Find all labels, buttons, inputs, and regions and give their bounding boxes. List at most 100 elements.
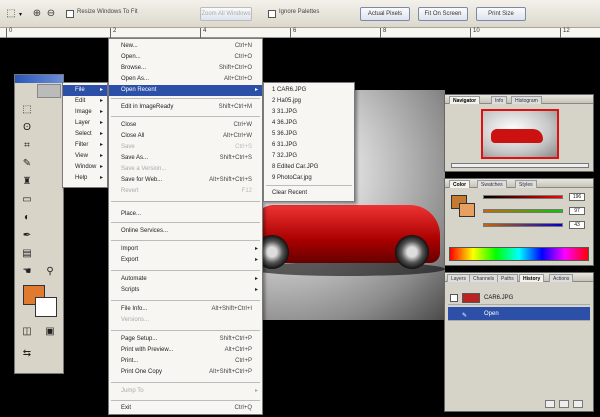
pen-tool-icon[interactable]: ✒ <box>18 229 36 243</box>
clear-recent-item[interactable]: Clear Recent <box>264 188 354 199</box>
file-menu-item[interactable]: Place... <box>109 209 262 220</box>
marquee-tool-icon[interactable]: ⬚ <box>18 103 36 117</box>
notes-tool-icon[interactable]: ▤ <box>18 247 36 261</box>
file-menu-item[interactable]: Save Ctrl+S <box>109 142 262 153</box>
menu-item-image[interactable]: Image ▸ <box>63 107 107 118</box>
tab-channels[interactable]: Channels <box>469 274 499 282</box>
file-menu-item[interactable]: Open As... Alt+Ctrl+O <box>109 74 262 85</box>
marquee-tool-icon[interactable]: ⬚ <box>4 8 18 20</box>
file-menu-item[interactable]: Export ▸ <box>109 255 262 266</box>
menu-item-window[interactable]: Window ▸ <box>63 162 107 173</box>
recent-file-item[interactable]: 8 Edited Car.JPG <box>264 162 354 173</box>
zoom-tool-icon[interactable]: ⚲ <box>41 265 59 279</box>
jump-to-imageready-icon[interactable]: ⇆ <box>18 347 36 361</box>
resize-windows-checkbox[interactable] <box>66 10 74 18</box>
zoom-in-icon[interactable]: ⊕ <box>30 8 44 20</box>
brush-tool-icon[interactable]: ✎ <box>18 157 36 171</box>
file-menu-item[interactable]: Revert F12 <box>109 186 262 197</box>
recent-file-item[interactable]: 2 Ha05.jpg <box>264 96 354 107</box>
file-menu-item[interactable]: Save for Web... Alt+Shift+Ctrl+S <box>109 175 262 186</box>
eraser-tool-icon[interactable]: ▭ <box>18 193 36 207</box>
recent-file-item[interactable]: 4 36.JPG <box>264 118 354 129</box>
recent-file-item[interactable]: 6 31.JPG <box>264 140 354 151</box>
file-menu-item[interactable]: Edit in ImageReady Shift+Ctrl+M <box>109 102 262 113</box>
history-snapshot-row[interactable]: CAR6.JPG <box>448 291 590 305</box>
hand-tool-icon[interactable]: ☚ <box>18 265 36 279</box>
file-menu-item[interactable]: Open... Ctrl+O <box>109 52 262 63</box>
recent-file-item[interactable]: 1 CAR6.JPG <box>264 85 354 96</box>
red-value[interactable]: 196 <box>569 193 585 201</box>
fit-on-screen-button[interactable]: Fit On Screen <box>418 7 468 21</box>
tab-navigator[interactable]: Navigator <box>449 96 481 104</box>
blue-value[interactable]: 43 <box>569 221 585 229</box>
recent-file-item[interactable]: 5 36.JPG <box>264 129 354 140</box>
file-menu-item-exit[interactable]: Exit Ctrl+Q <box>109 403 262 414</box>
recent-file-item[interactable]: 9 PhotoCar.jpg <box>264 173 354 184</box>
file-menu-item[interactable]: File Info... Alt+Shift+Ctrl+I <box>109 304 262 315</box>
blue-slider[interactable] <box>483 223 563 227</box>
actual-pixels-button[interactable]: Actual Pixels <box>360 7 410 21</box>
menu-item-filter[interactable]: Filter ▸ <box>63 140 107 151</box>
tab-paths[interactable]: Paths <box>497 274 518 282</box>
green-slider[interactable] <box>483 209 563 213</box>
history-state-row[interactable]: ✎ Open <box>448 307 590 321</box>
recent-file-item[interactable]: 3 31.JPG <box>264 107 354 118</box>
menu-item-edit[interactable]: Edit ▸ <box>63 96 107 107</box>
tab-history[interactable]: History <box>519 274 545 282</box>
file-menu-item[interactable]: Print... Ctrl+P <box>109 356 262 367</box>
file-menu-item[interactable]: Jump To ▸ <box>109 386 262 397</box>
zoom-all-windows-button[interactable]: Zoom All Windows <box>200 7 252 21</box>
file-menu-item[interactable]: Save As... Shift+Ctrl+S <box>109 153 262 164</box>
toolbox-title-bar[interactable] <box>15 75 63 83</box>
menu-item-help[interactable]: Help ▸ <box>63 173 107 184</box>
menu-item-file[interactable]: File ▸ <box>63 85 107 96</box>
lasso-tool-icon[interactable]: ʘ <box>18 121 36 135</box>
print-size-button[interactable]: Print Size <box>476 7 526 21</box>
background-color-chip[interactable] <box>459 203 475 217</box>
file-menu-item[interactable]: Online Services... <box>109 226 262 237</box>
tab-info[interactable]: Info <box>491 96 508 104</box>
snapshot-source-icon[interactable] <box>450 294 458 302</box>
file-menu-item[interactable]: New... Ctrl+N <box>109 41 262 52</box>
file-menu-item[interactable]: Close Ctrl+W <box>109 120 262 131</box>
chevron-down-icon[interactable]: ▾ <box>19 11 22 18</box>
new-document-icon[interactable] <box>545 400 555 408</box>
trash-icon[interactable] <box>573 400 583 408</box>
feather-icon[interactable] <box>37 84 61 98</box>
menu-item-layer[interactable]: Layer ▸ <box>63 118 107 129</box>
stamp-tool-icon[interactable]: ♜ <box>18 175 36 189</box>
tab-color[interactable]: Color <box>449 180 471 188</box>
file-menu-item[interactable]: Close All Alt+Ctrl+W <box>109 131 262 142</box>
red-slider[interactable] <box>483 195 563 199</box>
file-menu-item[interactable]: Automate ▸ <box>109 274 262 285</box>
file-menu-item[interactable]: Import ▸ <box>109 244 262 255</box>
color-spectrum-bar[interactable] <box>449 247 589 261</box>
ignore-palettes-checkbox[interactable] <box>268 10 276 18</box>
tab-histogram[interactable]: Histogram <box>511 96 542 104</box>
menu-item-select[interactable]: Select ▸ <box>63 129 107 140</box>
tab-actions[interactable]: Actions <box>549 274 574 282</box>
navigator-zoom-slider[interactable] <box>451 163 589 168</box>
file-menu-item[interactable]: Scripts ▸ <box>109 285 262 296</box>
file-menu-item[interactable]: Print One Copy Alt+Shift+Ctrl+P <box>109 367 262 378</box>
crop-tool-icon[interactable]: ⌗ <box>18 139 36 153</box>
green-value[interactable]: 97 <box>569 207 585 215</box>
navigator-thumbnail[interactable] <box>481 109 559 159</box>
file-menu-item[interactable]: Versions... <box>109 315 262 326</box>
file-menu-item-open-recent[interactable]: Open Recent ▸ <box>109 85 262 96</box>
blur-tool-icon[interactable]: ◐ <box>18 211 36 225</box>
file-menu-item[interactable]: Page Setup... Shift+Ctrl+P <box>109 334 262 345</box>
tab-swatches[interactable]: Swatches <box>477 180 507 188</box>
screen-mode-icon[interactable]: ▣ <box>41 325 59 339</box>
menu-item-view[interactable]: View ▸ <box>63 151 107 162</box>
file-menu-item[interactable]: Save a Version... <box>109 164 262 175</box>
tab-styles[interactable]: Styles <box>515 180 537 188</box>
quick-mask-icon[interactable]: ◫ <box>18 325 36 339</box>
tab-layers[interactable]: Layers <box>447 274 471 282</box>
file-menu-item[interactable]: Browse... Shift+Ctrl+O <box>109 63 262 74</box>
background-color-swatch[interactable] <box>35 297 57 317</box>
zoom-out-icon[interactable]: ⊖ <box>44 8 58 20</box>
recent-file-item[interactable]: 7 32.JPG <box>264 151 354 162</box>
new-snapshot-icon[interactable] <box>559 400 569 408</box>
file-menu-item[interactable]: Print with Preview... Alt+Ctrl+P <box>109 345 262 356</box>
